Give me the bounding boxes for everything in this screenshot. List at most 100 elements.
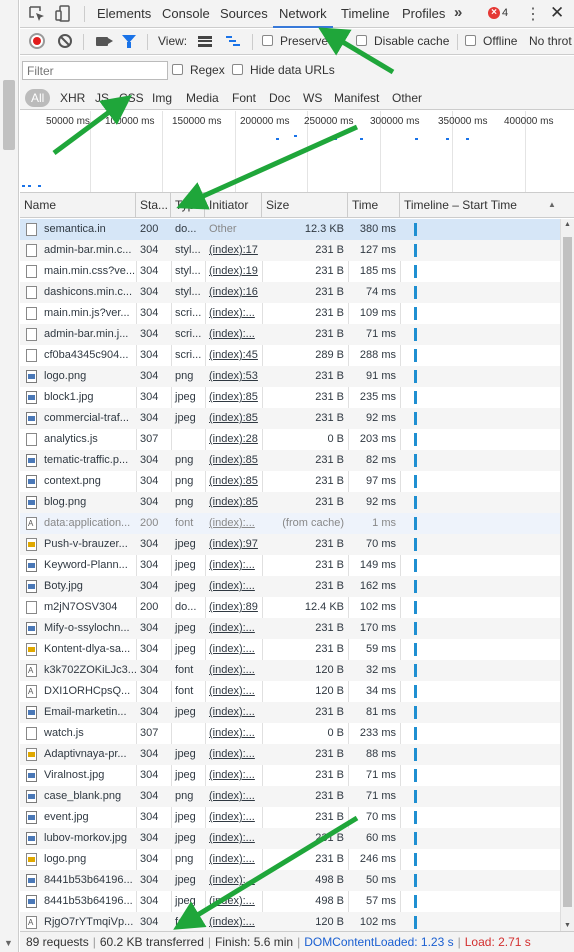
- disable-cache-checkbox[interactable]: [356, 35, 367, 46]
- request-row[interactable]: main.min.css?ve... 304 styl... (index):19 23…: [20, 261, 560, 282]
- request-initiator[interactable]: (index):85: [205, 471, 262, 492]
- type-filter-css[interactable]: CSS: [115, 89, 148, 107]
- request-initiator[interactable]: (index):...: [205, 303, 262, 324]
- type-filter-all[interactable]: All: [25, 89, 51, 107]
- request-initiator[interactable]: (index):85: [205, 387, 262, 408]
- offline-checkbox[interactable]: [465, 35, 476, 46]
- column-header-size[interactable]: Size: [262, 193, 348, 218]
- request-row[interactable]: commercial-traf... 304 jpeg (index):85 231 B…: [20, 408, 560, 429]
- type-filter-font[interactable]: Font: [228, 89, 260, 107]
- tab-elements[interactable]: Elements: [91, 0, 157, 28]
- sort-ascending-icon[interactable]: ▲: [548, 200, 556, 209]
- request-row[interactable]: data:application... 200 font (index):... (fr…: [20, 513, 560, 534]
- page-scrollbar-thumb[interactable]: [3, 80, 15, 150]
- network-overview[interactable]: 50000 ms 100000 ms 150000 ms 200000 ms 2…: [20, 111, 574, 193]
- request-row[interactable]: Email-marketin... 304 jpeg (index):... 231 B…: [20, 702, 560, 723]
- preserve-log-checkbox[interactable]: [262, 35, 273, 46]
- type-filter-img[interactable]: Img: [148, 89, 176, 107]
- request-initiator[interactable]: (index):...: [205, 870, 262, 891]
- request-initiator[interactable]: (index):45: [205, 345, 262, 366]
- column-header-time[interactable]: Time: [348, 193, 400, 218]
- request-initiator[interactable]: (index):89: [205, 597, 262, 618]
- request-initiator[interactable]: (index):85: [205, 408, 262, 429]
- request-initiator[interactable]: (index):19: [205, 261, 262, 282]
- tab-network[interactable]: Network: [273, 0, 333, 28]
- error-icon[interactable]: ×: [488, 7, 500, 19]
- request-row[interactable]: admin-bar.min.c... 304 styl... (index):17 23…: [20, 240, 560, 261]
- request-initiator[interactable]: (index):...: [205, 660, 262, 681]
- request-row[interactable]: Boty.jpg 304 jpeg (index):... 231 B 162 ms: [20, 576, 560, 597]
- request-initiator[interactable]: (index):...: [205, 744, 262, 765]
- page-scrollbar[interactable]: ▼: [0, 0, 19, 952]
- type-filter-other[interactable]: Other: [388, 89, 426, 107]
- request-initiator[interactable]: (index):...: [205, 765, 262, 786]
- request-row[interactable]: context.png 304 png (index):85 231 B 97 ms: [20, 471, 560, 492]
- request-row[interactable]: watch.js 307 (index):... 0 B 233 ms: [20, 723, 560, 744]
- request-row[interactable]: analytics.js 307 (index):28 0 B 203 ms: [20, 429, 560, 450]
- close-devtools-icon[interactable]: ✕: [550, 3, 564, 23]
- request-row[interactable]: Push-v-brauzer... 304 jpeg (index):97 231 B 7…: [20, 534, 560, 555]
- request-row[interactable]: k3k702ZOKiLJc3... 304 font (index):... 120 B…: [20, 660, 560, 681]
- request-row[interactable]: main.min.js?ver... 304 scri... (index):... 2…: [20, 303, 560, 324]
- request-row[interactable]: Keyword-Plann... 304 jpeg (index):... 231 B 1…: [20, 555, 560, 576]
- request-row[interactable]: dashicons.min.c... 304 styl... (index):16 23…: [20, 282, 560, 303]
- overview-icon[interactable]: [226, 36, 240, 47]
- column-header-name[interactable]: Name: [20, 193, 136, 218]
- request-row[interactable]: Viralnost.jpg 304 jpeg (index):... 231 B 71 m…: [20, 765, 560, 786]
- request-initiator[interactable]: (index):53: [205, 366, 262, 387]
- request-initiator[interactable]: (index):97: [205, 534, 262, 555]
- type-filter-xhr[interactable]: XHR: [56, 89, 89, 107]
- request-initiator[interactable]: (index):...: [205, 618, 262, 639]
- request-row[interactable]: m2jN7OSV304 200 do... (index):89 12.4 KB 102 …: [20, 597, 560, 618]
- request-row[interactable]: logo.png 304 png (index):... 231 B 246 ms: [20, 849, 560, 870]
- hide-data-urls-checkbox[interactable]: [232, 64, 243, 75]
- request-row[interactable]: event.jpg 304 jpeg (index):... 231 B 70 ms: [20, 807, 560, 828]
- type-filter-media[interactable]: Media: [182, 89, 223, 107]
- scroll-down-arrow-icon[interactable]: ▼: [4, 938, 13, 948]
- table-scrollbar-thumb[interactable]: [563, 237, 572, 907]
- tab-timeline[interactable]: Timeline: [335, 0, 396, 28]
- scroll-down-arrow-icon[interactable]: ▼: [564, 922, 571, 929]
- request-initiator[interactable]: (index):...: [205, 912, 262, 931]
- request-initiator[interactable]: (index):...: [205, 513, 262, 534]
- request-row[interactable]: logo.png 304 png (index):53 231 B 91 ms: [20, 366, 560, 387]
- column-header-initiator[interactable]: Initiator: [205, 193, 262, 218]
- request-row[interactable]: case_blank.png 304 png (index):... 231 B 71 m…: [20, 786, 560, 807]
- request-initiator[interactable]: (index):...: [205, 891, 262, 912]
- scroll-up-arrow-icon[interactable]: ▲: [564, 221, 571, 228]
- record-button[interactable]: [29, 33, 45, 49]
- tab-profiles[interactable]: Profiles: [396, 0, 451, 28]
- column-header-type[interactable]: Type: [171, 193, 205, 218]
- inspect-element-icon[interactable]: [28, 5, 46, 23]
- customize-menu-icon[interactable]: ⋮: [525, 4, 541, 24]
- column-header-status[interactable]: Sta...: [136, 193, 171, 218]
- request-row[interactable]: 8441b53b64196... 304 jpeg (index):... 498 B 5…: [20, 891, 560, 912]
- more-tabs-icon[interactable]: »: [454, 4, 462, 21]
- type-filter-ws[interactable]: WS: [299, 89, 326, 107]
- request-row[interactable]: 8441b53b64196... 304 jpeg (index):... 498 B 5…: [20, 870, 560, 891]
- large-rows-icon[interactable]: [198, 36, 212, 47]
- request-row[interactable]: RjgO7rYTmqiVp... 304 font (index):... 120 B 1…: [20, 912, 560, 931]
- error-count[interactable]: 4: [502, 7, 508, 19]
- type-filter-doc[interactable]: Doc: [265, 89, 294, 107]
- request-initiator[interactable]: (index):85: [205, 492, 262, 513]
- request-row[interactable]: admin-bar.min.j... 304 scri... (index):... 2…: [20, 324, 560, 345]
- request-initiator[interactable]: (index):...: [205, 576, 262, 597]
- clear-icon[interactable]: [58, 34, 72, 48]
- request-initiator[interactable]: (index):...: [205, 681, 262, 702]
- request-initiator[interactable]: (index):...: [205, 555, 262, 576]
- request-row[interactable]: DXI1ORHCpsQ... 304 font (index):... 120 B 34 …: [20, 681, 560, 702]
- request-initiator[interactable]: (index):17: [205, 240, 262, 261]
- tab-console[interactable]: Console: [156, 0, 216, 28]
- filter-input[interactable]: [22, 61, 168, 80]
- request-initiator[interactable]: (index):28: [205, 429, 262, 450]
- throttling-select[interactable]: No throt: [529, 34, 572, 48]
- request-row[interactable]: Mify-o-ssylochn... 304 jpeg (index):... 231 …: [20, 618, 560, 639]
- request-initiator[interactable]: (index):85: [205, 450, 262, 471]
- filter-icon[interactable]: [122, 35, 136, 48]
- request-row[interactable]: Adaptivnaya-pr... 304 jpeg (index):... 231 B…: [20, 744, 560, 765]
- request-initiator[interactable]: (index):...: [205, 702, 262, 723]
- request-row[interactable]: tematic-traffic.p... 304 png (index):85 231 …: [20, 450, 560, 471]
- type-filter-js[interactable]: JS: [91, 89, 113, 107]
- tab-sources[interactable]: Sources: [214, 0, 274, 28]
